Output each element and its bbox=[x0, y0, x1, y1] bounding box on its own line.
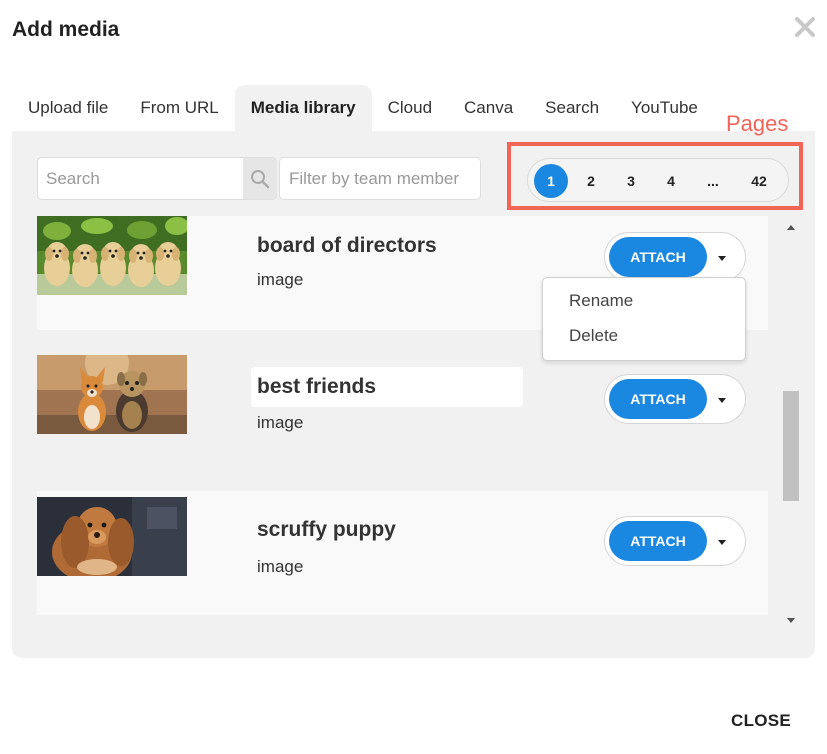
media-item: scruffy puppy image ATTACH bbox=[37, 491, 768, 615]
tab-upload-file[interactable]: Upload file bbox=[12, 85, 124, 131]
attach-split-button: ATTACH bbox=[604, 516, 746, 566]
scrollbar-thumb[interactable] bbox=[783, 391, 799, 501]
media-thumbnail[interactable] bbox=[37, 497, 187, 576]
dialog-title: Add media bbox=[12, 18, 120, 41]
attach-button[interactable]: ATTACH bbox=[609, 379, 707, 419]
rename-menu-item[interactable]: Rename bbox=[569, 291, 633, 311]
media-name[interactable]: best friends bbox=[251, 367, 523, 407]
attach-split-button: ATTACH bbox=[604, 374, 746, 424]
close-icon[interactable] bbox=[792, 14, 818, 40]
tab-media-library[interactable]: Media library bbox=[234, 85, 372, 131]
media-type: image bbox=[257, 557, 304, 576]
pages-highlight-box bbox=[507, 142, 803, 210]
chevron-down-icon[interactable] bbox=[713, 391, 731, 407]
media-item: best friends image ATTACH bbox=[37, 355, 768, 469]
attach-options-menu: Rename Delete bbox=[542, 277, 746, 361]
tab-cloud[interactable]: Cloud bbox=[372, 85, 448, 131]
tab-from-url[interactable]: From URL bbox=[124, 85, 234, 131]
media-name: board of directors bbox=[257, 234, 437, 257]
tab-youtube[interactable]: YouTube bbox=[615, 85, 714, 131]
media-type: image bbox=[257, 270, 304, 289]
team-member-filter-input[interactable] bbox=[280, 158, 480, 199]
scroll-up-arrow-icon[interactable] bbox=[782, 222, 800, 234]
attach-button[interactable]: ATTACH bbox=[609, 521, 707, 561]
pages-annotation: Pages bbox=[726, 111, 789, 136]
tab-search[interactable]: Search bbox=[529, 85, 615, 131]
scrollbar[interactable] bbox=[782, 216, 801, 630]
search-icon bbox=[251, 169, 270, 188]
close-button[interactable]: CLOSE bbox=[731, 711, 791, 731]
media-name: scruffy puppy bbox=[257, 518, 396, 541]
attach-split-button: ATTACH bbox=[604, 232, 746, 282]
media-thumbnail[interactable] bbox=[37, 216, 187, 295]
tab-canva[interactable]: Canva bbox=[448, 85, 529, 131]
search-field bbox=[37, 157, 277, 200]
media-thumbnail[interactable] bbox=[37, 355, 187, 434]
attach-button[interactable]: ATTACH bbox=[609, 237, 707, 277]
scroll-down-arrow-icon[interactable] bbox=[782, 614, 800, 626]
search-input[interactable] bbox=[38, 158, 241, 199]
search-button[interactable] bbox=[243, 158, 277, 199]
team-member-filter bbox=[279, 157, 481, 200]
chevron-down-icon[interactable] bbox=[713, 533, 731, 549]
tab-bar: Upload file From URL Media library Cloud… bbox=[12, 85, 714, 131]
media-type: image bbox=[257, 413, 304, 432]
chevron-down-icon[interactable] bbox=[713, 249, 731, 265]
delete-menu-item[interactable]: Delete bbox=[569, 326, 618, 346]
